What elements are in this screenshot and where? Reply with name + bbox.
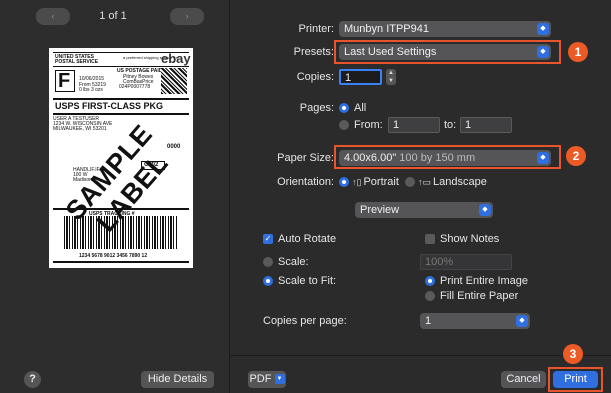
auto-rotate-checkbox[interactable]: ✓ [263,234,273,244]
scale-input[interactable]: 100% [420,254,512,270]
fill-entire-paper-label: Fill Entire Paper [440,290,519,302]
portrait-icon: ↑▯ [352,177,362,187]
copies-stepper[interactable]: ▲ ▼ [386,69,396,85]
chevron-right-icon: › [185,11,189,21]
chevron-updown-icon: ◆ [479,204,491,216]
printer-select[interactable]: Munbyn ITPP941 ◆ [339,21,551,37]
annotation-badge-2: 2 [566,146,586,166]
pages-to-label: to: [444,119,457,131]
copies-per-page-value: 1 [425,315,432,327]
pages-from-label: From: [354,119,383,131]
postage-line: 024P0007778 [119,84,151,90]
presets-label: Presets: [293,46,334,58]
label-preview: UNITED STATES POSTAL SERVICE a preferred… [49,48,193,268]
printer-value: Munbyn ITPP941 [344,23,429,35]
page-counter: 1 of 1 [99,10,127,22]
orientation-label: Orientation: [277,176,334,188]
show-notes-checkbox[interactable] [425,234,435,244]
scale-label: Scale: [278,256,309,268]
print-dialog: ‹ 1 of 1 › UNITED STATES POSTAL SERVICE … [0,0,611,393]
ebay-logo: ebay [161,51,191,66]
portrait-radio[interactable] [339,177,349,187]
chevron-left-icon: ‹ [51,11,55,21]
paper-size-label: Paper Size: [277,152,334,164]
copies-label: Copies: [296,71,334,83]
annotation-badge-3: 3 [563,344,583,364]
pages-all-label: All [354,102,367,114]
question-icon: ? [29,373,36,385]
annotation-badge-1: 1 [568,42,588,62]
usps-logo-text-2: POSTAL SERVICE [55,59,99,65]
fill-entire-paper-radio[interactable] [425,291,435,301]
chevron-down-icon: ▼ [274,374,285,385]
landscape-icon: ↑▭ [418,177,432,187]
landscape-label: Landscape [433,176,487,188]
cancel-button[interactable]: Cancel [501,371,546,388]
copies-per-page-select[interactable]: 1 ◆ [420,313,530,329]
pages-from-input[interactable]: 1 [388,117,440,133]
landscape-radio[interactable] [405,177,415,187]
copies-per-page-label: Copies per page: [263,315,347,327]
sender-line: MILWAUKEE, WI 53201 [53,126,107,132]
qr-code-icon [161,68,187,94]
printer-label: Printer: [298,23,334,35]
landscape-option: ↑▭ Landscape [418,175,487,189]
pages-to-input[interactable]: 1 [460,117,512,133]
scale-to-fit-radio[interactable] [263,276,273,286]
previous-page-button[interactable]: ‹ [36,8,70,25]
portrait-label: Portrait [363,176,399,188]
chevron-updown-icon: ◆ [516,315,528,327]
pdf-menu-button[interactable]: PDF ▼ [248,371,286,388]
portrait-option: ↑▯ Portrait [352,175,399,189]
section-select[interactable]: Preview ◆ [355,202,493,218]
scale-to-fit-label: Scale to Fit: [278,275,337,287]
pages-range-radio[interactable] [339,120,349,130]
paper-size-highlight [334,145,561,169]
pages-label: Pages: [299,102,334,114]
print-entire-image-radio[interactable] [425,276,435,286]
next-page-button[interactable]: › [170,8,204,25]
footer-divider [230,355,611,356]
preview-pane: ‹ 1 of 1 › UNITED STATES POSTAL SERVICE … [0,0,230,393]
scale-radio[interactable] [263,257,273,267]
show-notes-label: Show Notes [440,233,500,245]
weight: 0 lbs 3 ozs [79,87,103,93]
help-button[interactable]: ? [24,371,41,388]
pages-all-radio[interactable] [339,103,349,113]
pdf-label: PDF [249,373,272,385]
print-highlight [548,367,603,392]
copies-input[interactable]: 1 [339,69,382,85]
print-entire-image-label: Print Entire Image [440,275,529,287]
class-letter: F [58,70,71,92]
presets-highlight [334,40,561,64]
auto-rotate-label: Auto Rotate [278,233,337,245]
hide-details-button[interactable]: Hide Details [141,371,214,388]
section-value: Preview [360,204,400,216]
chevron-updown-icon: ◆ [537,23,549,35]
settings-pane: Printer: Munbyn ITPP941 ◆ Presets: Last … [230,0,611,393]
